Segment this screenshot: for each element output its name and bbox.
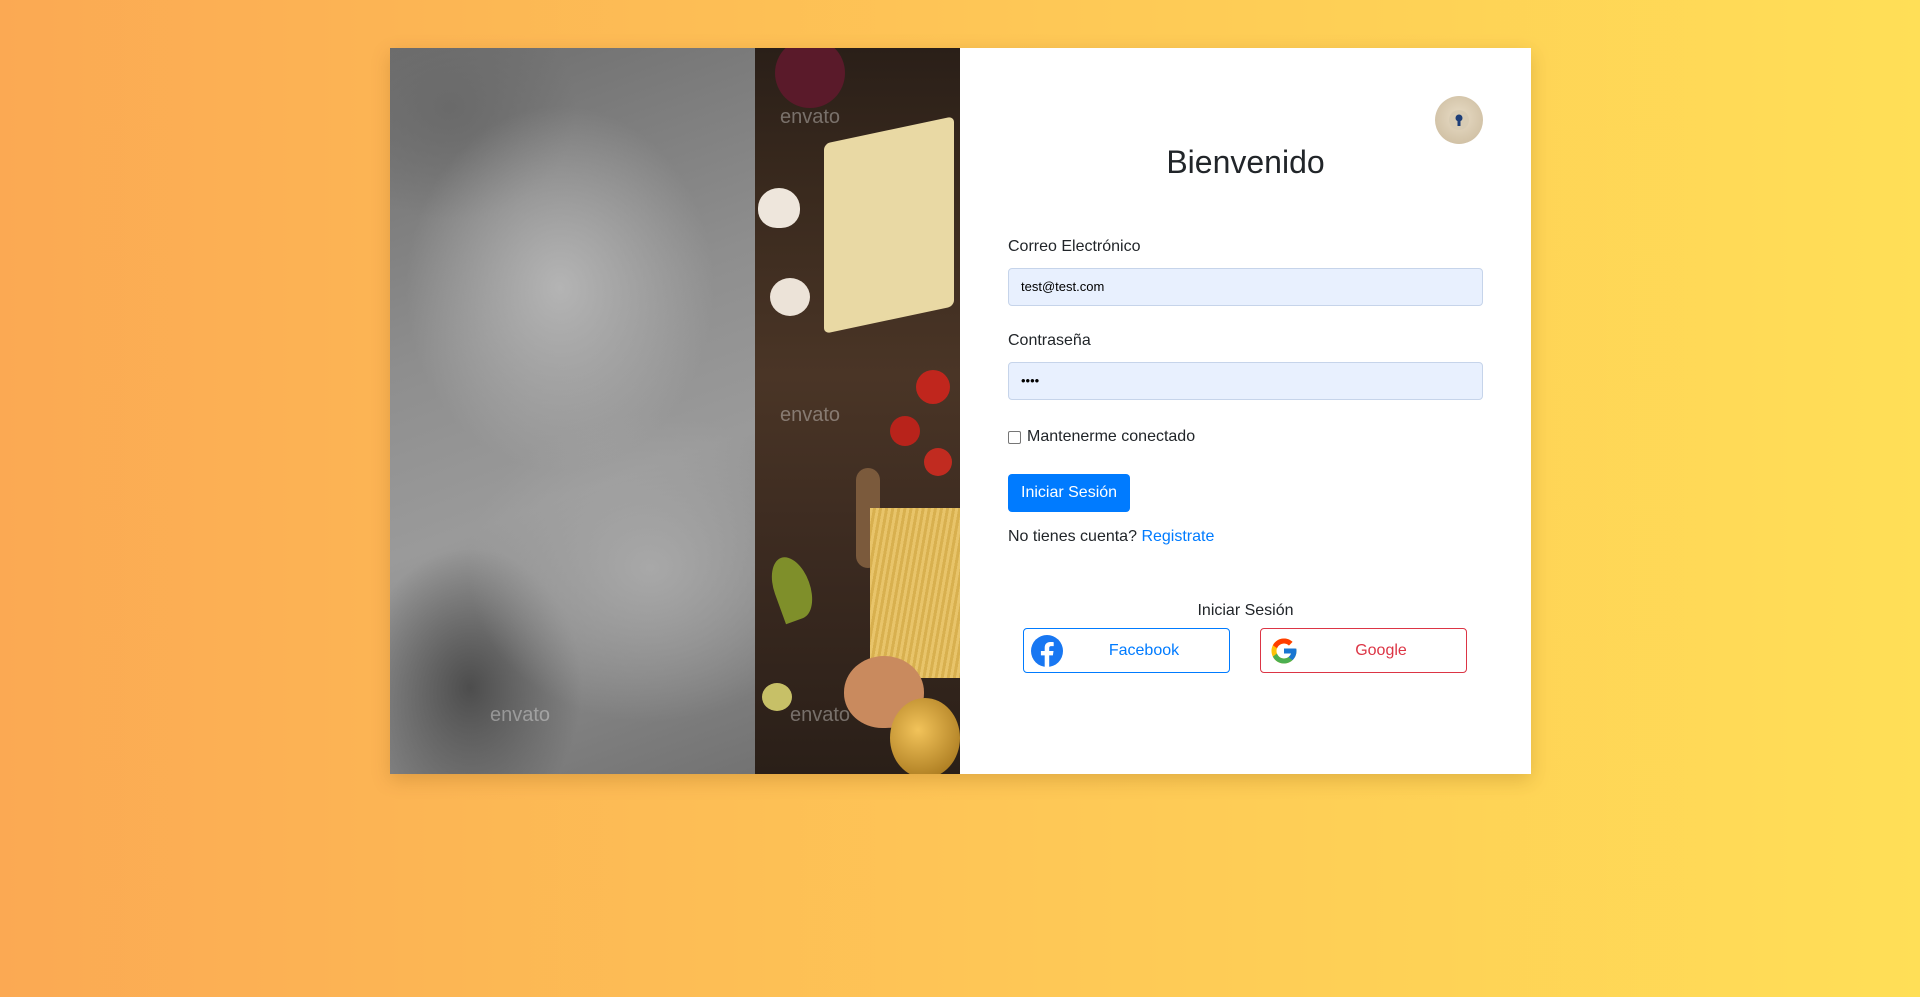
register-text: No tienes cuenta?	[1008, 528, 1137, 545]
facebook-icon	[1024, 629, 1069, 672]
keyhole-icon	[1435, 96, 1483, 144]
facebook-login-button[interactable]: Facebook	[1023, 628, 1230, 673]
watermark: envato	[780, 106, 841, 128]
login-panel: Bienvenido Correo Electrónico test@test.…	[960, 48, 1531, 774]
remember-label[interactable]: Mantenerme conectado	[1027, 428, 1195, 446]
remember-row: Mantenerme conectado	[1008, 428, 1195, 446]
facebook-label: Facebook	[1108, 641, 1180, 659]
google-label: Google	[1355, 641, 1407, 659]
social-login-title: Iniciar Sesión	[1197, 602, 1294, 619]
food-photo: envato envato envato envato	[390, 48, 960, 774]
watermark: envato	[780, 404, 841, 426]
watermark: envato	[490, 704, 551, 726]
register-link[interactable]: Registrate	[1141, 528, 1214, 545]
password-group: Contraseña ••••	[1008, 332, 1483, 400]
email-label: Correo Electrónico	[1008, 238, 1141, 255]
register-prompt: No tienes cuenta? Registrate	[1008, 528, 1214, 546]
page-title: Bienvenido	[1166, 144, 1325, 180]
email-field[interactable]: test@test.com	[1008, 268, 1483, 306]
remember-checkbox[interactable]	[1008, 430, 1021, 444]
google-icon	[1261, 629, 1306, 672]
password-label: Contraseña	[1008, 332, 1091, 349]
google-login-button[interactable]: Google	[1260, 628, 1467, 673]
password-field[interactable]: ••••	[1008, 362, 1483, 400]
login-card: envato envato envato envato Bienvenido C…	[390, 48, 1531, 774]
watermark: envato	[790, 704, 851, 726]
email-group: Correo Electrónico test@test.com	[1008, 238, 1483, 306]
login-button[interactable]: Iniciar Sesión	[1008, 474, 1131, 512]
